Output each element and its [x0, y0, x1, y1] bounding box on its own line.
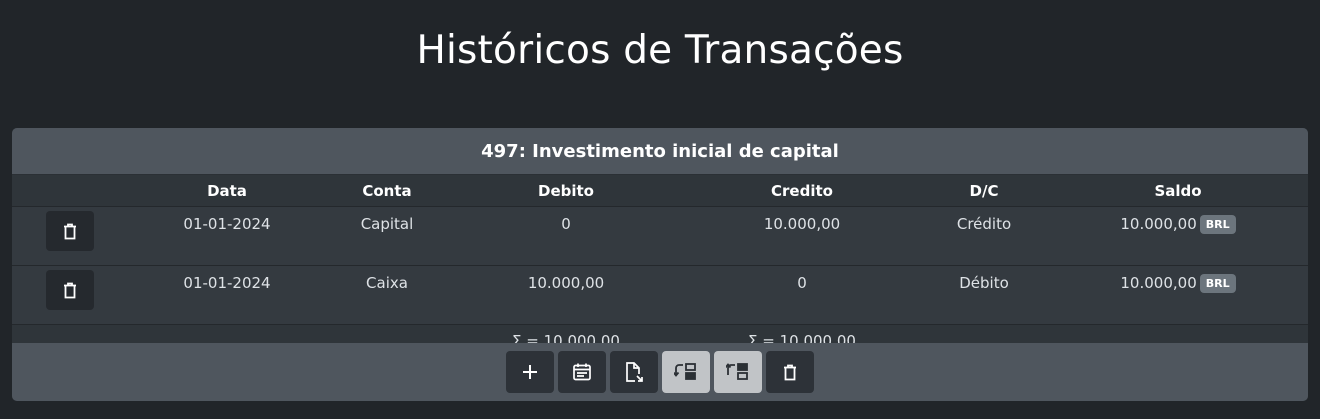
trash-icon [63, 282, 77, 299]
cell-account: Caixa [326, 265, 448, 325]
column-header-actions [12, 175, 128, 207]
redo-swap-button[interactable] [714, 351, 762, 393]
column-header-balance: Saldo [1048, 175, 1308, 207]
cell-balance: 10.000,00 BRL [1048, 265, 1308, 325]
column-header-debit: Debito [448, 175, 684, 207]
cell-credit: 0 [684, 265, 920, 325]
cell-date: 01-01-2024 [128, 265, 326, 325]
cell-dc: Débito [920, 265, 1048, 325]
column-header-credit: Credito [684, 175, 920, 207]
table-row: 01-01-2024 Caixa 10.000,00 0 Débito 10.0… [12, 265, 1308, 325]
trash-icon [783, 364, 797, 381]
delete-row-button[interactable] [46, 211, 94, 251]
undo-swap-icon [674, 361, 698, 383]
plus-icon [522, 364, 538, 380]
cell-balance: 10.000,00 BRL [1048, 206, 1308, 266]
redo-swap-icon [726, 361, 750, 383]
card-footer-toolbar [12, 343, 1308, 401]
file-export-icon [624, 361, 644, 383]
cell-account: Capital [326, 206, 448, 266]
delete-row-button[interactable] [46, 270, 94, 310]
cell-debit: 0 [448, 206, 684, 266]
undo-swap-button[interactable] [662, 351, 710, 393]
cell-date: 01-01-2024 [128, 206, 326, 266]
balance-value: 10.000,00 [1120, 215, 1197, 233]
transaction-header: 497: Investimento inicial de capital [12, 128, 1308, 175]
currency-badge: BRL [1199, 274, 1236, 293]
cell-credit: 10.000,00 [684, 206, 920, 266]
balance-value: 10.000,00 [1120, 274, 1197, 292]
cell-debit: 10.000,00 [448, 265, 684, 325]
calendar-button[interactable] [558, 351, 606, 393]
column-header-date: Data [128, 175, 326, 207]
column-header-dc: D/C [920, 175, 1048, 207]
currency-badge: BRL [1199, 215, 1236, 234]
calendar-icon [572, 362, 592, 382]
table-row: 01-01-2024 Capital 0 10.000,00 Crédito 1… [12, 206, 1308, 266]
page-title: Históricos de Transações [416, 28, 904, 73]
column-header-account: Conta [326, 175, 448, 207]
add-entry-button[interactable] [506, 351, 554, 393]
trash-icon [63, 223, 77, 240]
delete-transaction-button[interactable] [766, 351, 814, 393]
export-file-button[interactable] [610, 351, 658, 393]
transaction-table: Data Conta Debito Credito D/C Saldo 01-0… [12, 175, 1308, 358]
table-header-row: Data Conta Debito Credito D/C Saldo [12, 175, 1308, 207]
transaction-card: 497: Investimento inicial de capital Dat… [12, 128, 1308, 401]
cell-dc: Crédito [920, 206, 1048, 266]
